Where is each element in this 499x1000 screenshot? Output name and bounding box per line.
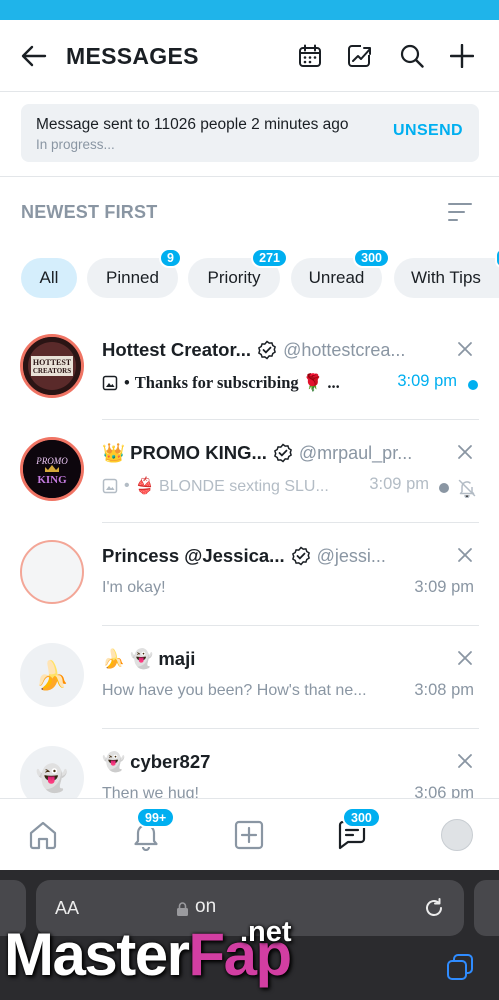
page-title: MESSAGES [66, 43, 199, 69]
chip-label: Priority [207, 268, 261, 287]
messages-badge: 300 [342, 807, 381, 828]
close-icon[interactable] [457, 444, 473, 460]
username-handle: @hottestcrea... [283, 339, 406, 360]
watermark-part1: Master [4, 921, 190, 988]
chip-label: With Tips [411, 268, 481, 287]
avatar-text-line2: KING [37, 474, 67, 486]
name-line: Princess @Jessica... @jessi... [102, 545, 437, 567]
name-line: Hottest Creator... @hottestcrea... [102, 339, 437, 361]
message-text: I'm okay! [102, 579, 166, 596]
chip-label: All [39, 268, 59, 287]
filter-chip-with-tips[interactable]: With Tips [394, 248, 499, 298]
chip-badge: 9 [159, 248, 182, 268]
search-icon[interactable] [397, 42, 427, 70]
sort-icon[interactable] [447, 200, 473, 224]
conversation-row[interactable]: HOTTEST CREATORS Hottest Creator... @hott… [0, 317, 499, 420]
tabs-overview-icon[interactable] [445, 952, 475, 982]
header-divider [0, 91, 499, 92]
watermark-logo: MasterFap .net [4, 916, 292, 989]
avatar-text-line2: CREATORS [33, 367, 71, 375]
display-name: Hottest Creator... [102, 339, 252, 360]
name-line: 🍌 👻 maji [102, 648, 437, 670]
filter-chip-pinned[interactable]: Pinned 9 [87, 248, 182, 298]
display-name: Princess @Jessica... [102, 545, 285, 566]
unsend-button[interactable]: UNSEND [393, 122, 463, 140]
close-icon[interactable] [457, 650, 473, 666]
reload-icon[interactable] [422, 896, 446, 920]
close-icon[interactable] [457, 547, 473, 563]
muted-bell-icon [458, 479, 476, 498]
username-handle: @jessi... [316, 545, 386, 566]
message-time: 3:09 pm [397, 372, 457, 390]
verified-badge-icon [273, 443, 292, 463]
unread-dot [468, 380, 478, 390]
username-handle: @mrpaul_pr... [298, 442, 413, 463]
header: MESSAGES [0, 20, 499, 92]
plus-icon[interactable] [447, 42, 477, 70]
read-dot [439, 483, 449, 493]
name-line: 👻 cyber827 [102, 751, 437, 773]
close-icon[interactable] [457, 753, 473, 769]
notice-divider [0, 176, 499, 177]
close-icon[interactable] [457, 341, 473, 357]
home-icon[interactable] [21, 813, 65, 857]
filter-chip-unread[interactable]: Unread 300 [291, 248, 390, 298]
filter-chip-all[interactable]: All [21, 258, 77, 298]
message-time: 3:09 pm [414, 578, 474, 596]
message-time: 3:08 pm [414, 681, 474, 699]
display-name: 👻 cyber827 [102, 751, 211, 772]
back-arrow-icon[interactable] [18, 42, 50, 70]
notifications-bell-icon[interactable]: 99+ [124, 807, 176, 857]
chip-badge [495, 248, 499, 268]
url-text: on [195, 896, 217, 917]
image-icon [102, 478, 118, 494]
display-name: 👑 PROMO KING... [102, 442, 267, 463]
top-accent-strip [0, 0, 499, 20]
profile-avatar[interactable] [435, 813, 479, 857]
name-line: 👑 PROMO KING... @mrpaul_pr... [102, 442, 437, 464]
avatar [20, 540, 84, 604]
conversation-row[interactable]: PROMO KING 👑 PROMO KING... @mrpaul_pr... … [0, 420, 499, 523]
message-preview: • 👙 BLONDE sexting SLU... [102, 476, 357, 496]
conversation-row[interactable]: 🍌 🍌 👻 maji How have you been? How's that… [0, 626, 499, 729]
calendar-icon[interactable] [295, 42, 325, 70]
chip-badge: 271 [251, 248, 288, 268]
watermark-suffix: .net [240, 916, 292, 948]
message-text: How have you been? How's that ne... [102, 682, 367, 699]
conversation-row[interactable]: Princess @Jessica... @jessi... I'm okay!… [0, 523, 499, 626]
message-prefix: • [124, 373, 130, 392]
next-tab-preview[interactable] [474, 880, 499, 936]
message-time: 3:09 pm [369, 475, 429, 493]
mass-message-notice: Message sent to 11026 people 2 minutes a… [21, 104, 479, 162]
bottom-tab-bar: 99+ 300 [0, 798, 499, 870]
avatar: PROMO KING [20, 437, 84, 501]
message-text: Thanks for subscribing 🌹 ... [134, 373, 340, 392]
avatar-text-line1: PROMO [35, 456, 68, 466]
chip-label: Unread [308, 268, 365, 287]
message-preview: I'm okay! [102, 579, 374, 597]
message-prefix: • [124, 477, 130, 494]
verified-badge-icon [291, 546, 310, 566]
display-name: 🍌 👻 maji [102, 648, 196, 669]
chip-badge: 300 [353, 248, 390, 268]
message-preview: How have you been? How's that ne... [102, 682, 374, 700]
chart-icon[interactable] [345, 42, 375, 70]
image-icon [102, 375, 118, 391]
avatar-text-line1: HOTTEST [33, 358, 72, 367]
message-preview: • Thanks for subscribing 🌹 ... [102, 373, 374, 393]
lock-icon [177, 902, 188, 916]
messages-tab-icon[interactable]: 300 [330, 807, 381, 857]
filter-chip-priority[interactable]: Priority 271 [188, 248, 288, 298]
chip-label: Pinned [106, 268, 159, 287]
avatar: HOTTEST CREATORS [20, 334, 84, 398]
sort-label[interactable]: NEWEST FIRST [21, 202, 157, 223]
verified-badge-icon [258, 340, 277, 360]
notice-text: Message sent to 11026 people 2 minutes a… [36, 116, 349, 133]
notice-status: In progress... [36, 137, 115, 152]
add-post-icon[interactable] [227, 813, 271, 857]
notifications-badge: 99+ [136, 807, 176, 828]
message-text: 👙 BLONDE sexting SLU... [134, 478, 329, 495]
banana-avatar-icon: 🍌 [20, 643, 84, 707]
text-size-button[interactable]: AA [55, 898, 79, 919]
